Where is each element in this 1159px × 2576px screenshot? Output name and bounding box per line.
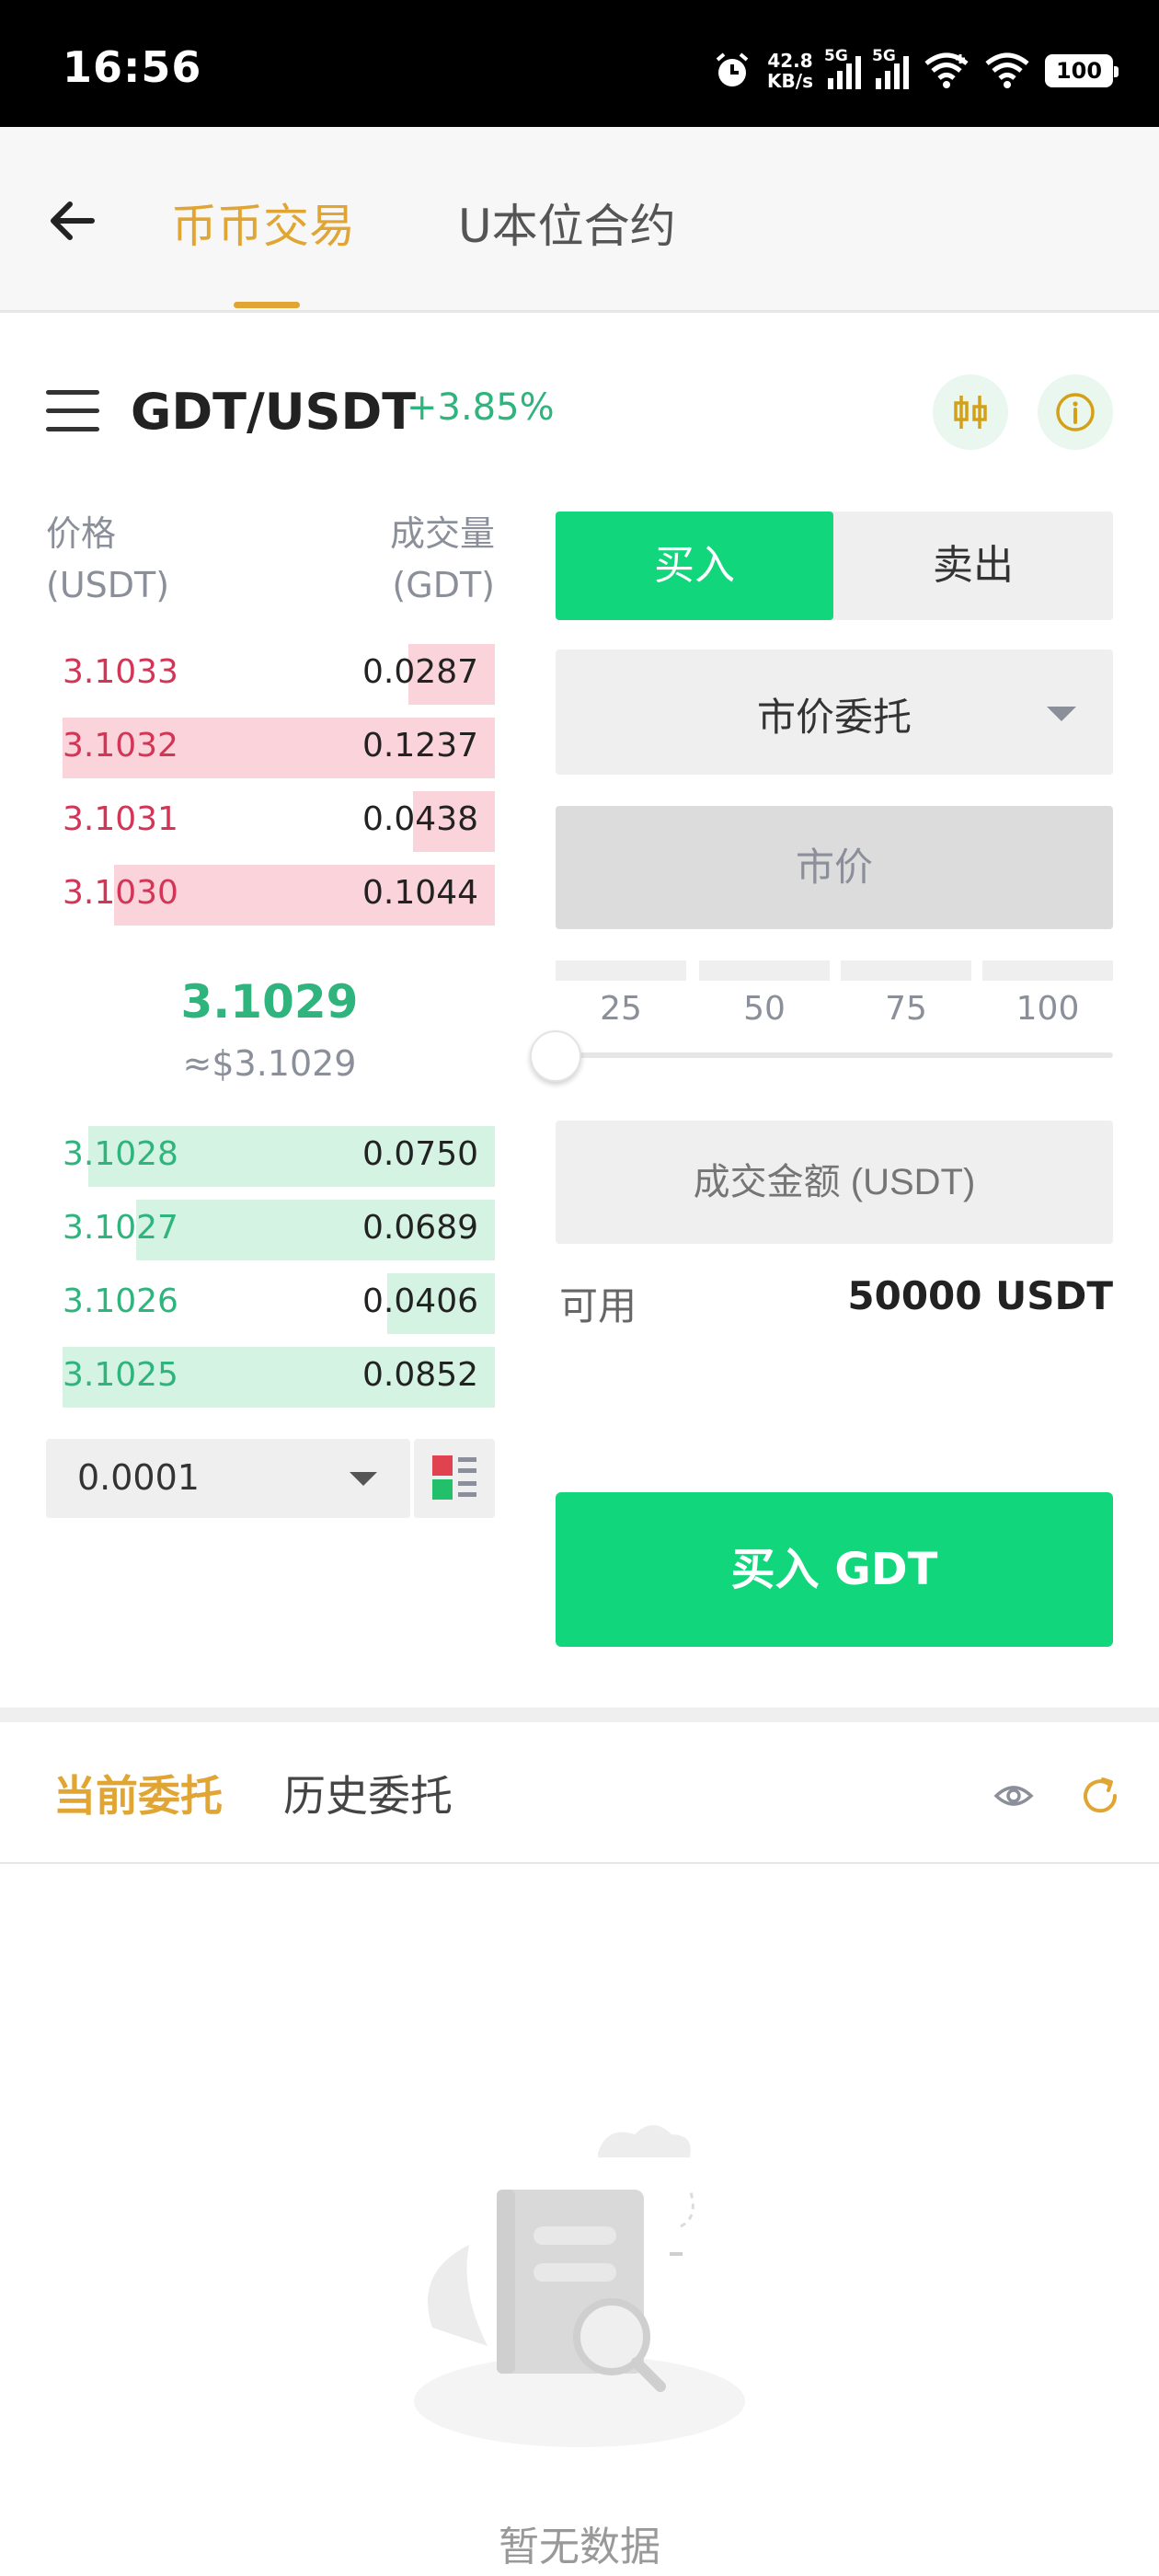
precision-value: 0.0001 — [77, 1457, 200, 1498]
chevron-down-icon — [1047, 707, 1076, 721]
last-price-usd: ≈$3.1029 — [182, 1043, 357, 1084]
last-price: 3.1029 — [180, 975, 359, 1029]
ask-quantity: 0.1237 — [362, 727, 478, 765]
signal-icon: 5G — [824, 47, 861, 89]
ask-row[interactable]: 3.1033 0.0287 — [63, 644, 495, 705]
ask-row[interactable]: 3.1032 0.1237 — [63, 718, 495, 778]
ask-price: 3.1031 — [63, 800, 178, 838]
orderbook-layout-icon — [432, 1455, 476, 1500]
order-type-value: 市价委托 — [756, 695, 912, 740]
section-divider — [0, 1708, 1159, 1722]
quantity-column-header: 成交量 (GDT) — [389, 513, 495, 605]
bid-price: 3.1026 — [63, 1282, 178, 1320]
percent-label[interactable]: 100 — [982, 990, 1113, 1028]
tab-order-history[interactable]: 历史委托 — [283, 1763, 453, 1823]
ask-price: 3.1030 — [63, 874, 178, 912]
buy-sell-toggle: 买入 卖出 — [556, 512, 1113, 620]
empty-state-text: 暂无数据 — [499, 2524, 660, 2570]
back-arrow-icon[interactable] — [42, 191, 101, 250]
alarm-icon — [716, 52, 749, 86]
status-icons: 42.8 KB/s 5G 5G 100 — [712, 47, 1119, 94]
kline-chart-button[interactable] — [933, 374, 1008, 450]
percent-label[interactable]: 75 — [841, 990, 971, 1028]
buy-tab[interactable]: 买入 — [556, 512, 833, 620]
status-time: 16:56 — [63, 42, 202, 92]
bid-quantity: 0.0406 — [362, 1282, 478, 1320]
bid-row[interactable]: 3.1028 0.0750 — [63, 1126, 495, 1187]
status-bar: 16:56 42.8 KB/s 5G 5G 100 — [0, 0, 1159, 127]
bid-row[interactable]: 3.1027 0.0689 — [63, 1200, 495, 1260]
ask-quantity: 0.1044 — [362, 874, 478, 912]
ask-price: 3.1032 — [63, 727, 178, 765]
available-value: 50000 USDT — [847, 1273, 1113, 1318]
signal-icon: 5G — [872, 47, 909, 89]
battery-icon: 100 — [1045, 54, 1119, 87]
bid-quantity: 0.0852 — [362, 1356, 478, 1394]
buy-submit-button[interactable]: 买入 GDT — [556, 1492, 1113, 1647]
active-tab-indicator — [234, 302, 300, 308]
empty-state-illustration — [414, 2125, 745, 2447]
percent-segment-25[interactable] — [556, 960, 686, 981]
info-icon — [1056, 393, 1095, 431]
header: 币币交易 U本位合约 — [0, 127, 1159, 313]
percent-segment-50[interactable] — [699, 960, 830, 981]
available-label: 可用 — [559, 1283, 637, 1328]
info-button[interactable] — [1038, 374, 1113, 450]
price-field: 市价 — [556, 806, 1113, 929]
book-view-button[interactable] — [414, 1439, 495, 1518]
ask-row[interactable]: 3.1030 0.1044 — [63, 865, 495, 926]
eye-icon[interactable] — [993, 1776, 1034, 1816]
chevron-down-icon — [350, 1472, 377, 1486]
bid-price: 3.1028 — [63, 1135, 178, 1173]
price-change: +3.85% — [407, 386, 555, 429]
bid-quantity: 0.0689 — [362, 1209, 478, 1247]
bid-quantity: 0.0750 — [362, 1135, 478, 1173]
price-column-header: 价格 (USDT) — [46, 513, 170, 605]
refresh-icon[interactable] — [1078, 1774, 1122, 1818]
bid-price: 3.1025 — [63, 1356, 178, 1394]
bid-row[interactable]: 3.1026 0.0406 — [63, 1273, 495, 1334]
bid-row[interactable]: 3.1025 0.0852 — [63, 1347, 495, 1408]
sell-tab[interactable]: 卖出 — [833, 512, 1113, 620]
amount-slider[interactable] — [556, 1052, 1113, 1058]
orders-header-divider — [0, 1862, 1159, 1864]
ask-price: 3.1033 — [63, 653, 178, 691]
slider-knob[interactable] — [530, 1030, 581, 1082]
precision-select[interactable]: 0.0001 — [46, 1439, 410, 1518]
tab-spot-trading[interactable]: 币币交易 — [171, 190, 355, 256]
tab-open-orders[interactable]: 当前委托 — [53, 1763, 223, 1823]
wifi-icon — [924, 52, 969, 88]
percent-label[interactable]: 25 — [556, 990, 686, 1028]
menu-icon[interactable] — [46, 390, 99, 432]
ask-quantity: 0.0287 — [362, 653, 478, 691]
percent-segment-100[interactable] — [982, 960, 1113, 981]
bid-price: 3.1027 — [63, 1209, 178, 1247]
candlestick-icon — [954, 396, 987, 429]
order-type-select[interactable]: 市价委托 — [556, 650, 1113, 775]
percent-label[interactable]: 50 — [699, 990, 830, 1028]
amount-input[interactable] — [556, 1121, 1113, 1244]
network-speed: 42.8 KB/s — [767, 50, 813, 92]
tab-usdt-futures[interactable]: U本位合约 — [458, 190, 676, 256]
ask-row[interactable]: 3.1031 0.0438 — [63, 791, 495, 852]
pair-symbol[interactable]: GDT/USDT — [131, 383, 416, 441]
wifi-icon — [985, 52, 1029, 88]
percent-segment-75[interactable] — [841, 960, 971, 981]
ask-quantity: 0.0438 — [362, 800, 478, 838]
